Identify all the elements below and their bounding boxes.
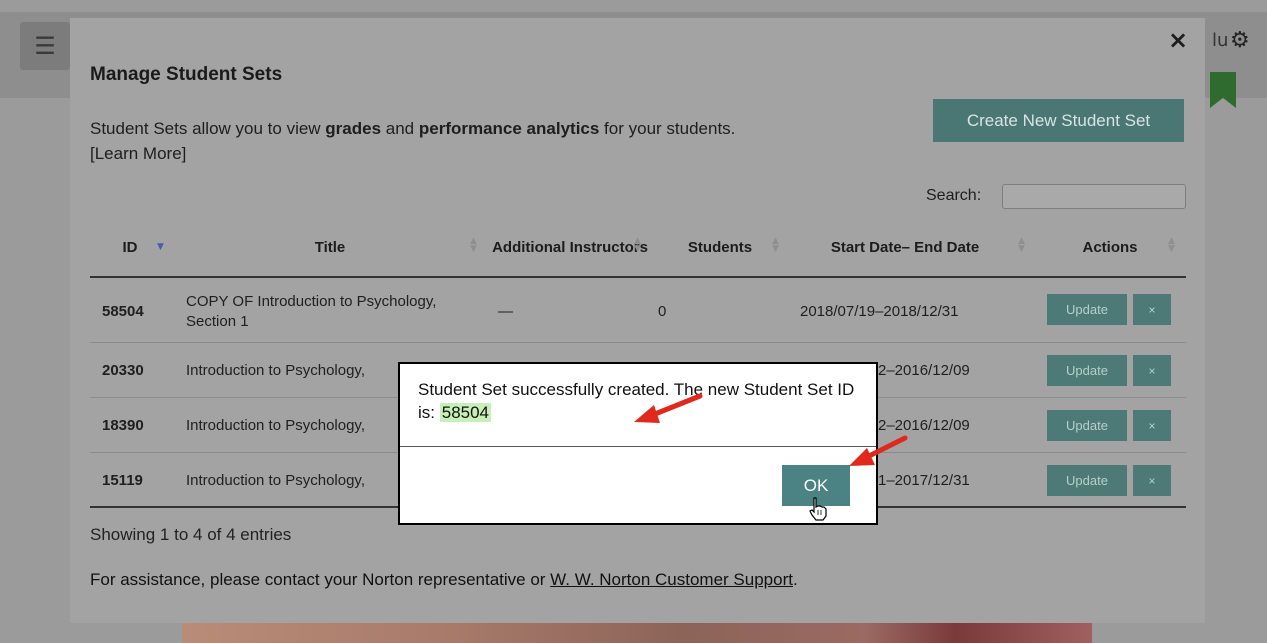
delete-button[interactable]: ×: [1133, 355, 1171, 386]
close-icon[interactable]: ×: [1168, 26, 1188, 54]
row-dates: 2018/07/19–2018/12/31: [800, 303, 959, 320]
arrow-annotation-icon: [634, 393, 703, 423]
help-suffix: .: [792, 570, 798, 589]
help-text: For assistance, please contact your Nort…: [90, 570, 798, 590]
bookmark-icon[interactable]: [1210, 72, 1236, 108]
sort-icon[interactable]: ▲ ▼: [772, 237, 779, 254]
row-title: Introduction to Psychology,: [186, 362, 365, 379]
table-row: 58504 COPY OF Introduction to Psychology…: [90, 280, 1186, 343]
sort-icon[interactable]: ▲ ▼: [634, 237, 641, 254]
row-students: 0: [658, 303, 667, 320]
customer-support-link[interactable]: W. W. Norton Customer Support: [550, 570, 793, 589]
modal-title: Manage Student Sets: [90, 64, 283, 85]
column-label: Title: [314, 238, 346, 256]
update-button[interactable]: Update: [1047, 355, 1127, 386]
help-prefix: For assistance, please contact your Nort…: [90, 570, 551, 589]
user-name-partial[interactable]: lu: [1212, 30, 1228, 51]
row-instructors: —: [498, 303, 513, 320]
intro-grades: grades: [325, 119, 382, 138]
gear-icon[interactable]: ⚙: [1230, 28, 1250, 53]
sort-desc-icon[interactable]: ▼: [157, 243, 164, 252]
new-student-set-id: 58504: [439, 403, 492, 422]
row-dates: 2–2016/12/09: [878, 362, 970, 379]
intro-suffix: for your students.: [599, 119, 736, 138]
delete-button[interactable]: ×: [1133, 410, 1171, 441]
row-title: Introduction to Psychology,: [186, 417, 365, 434]
search-input[interactable]: [1002, 184, 1186, 209]
sort-icon[interactable]: ▲ ▼: [470, 237, 477, 254]
success-dialog: Student Set successfully created. The ne…: [398, 362, 878, 525]
update-button[interactable]: Update: [1047, 465, 1127, 496]
intro-mid: and: [381, 119, 419, 138]
sort-icon[interactable]: ▲ ▼: [1168, 237, 1175, 254]
column-header-instructors[interactable]: Additional Instructors: [490, 218, 650, 276]
column-label: Students: [687, 238, 753, 256]
create-student-set-button[interactable]: Create New Student Set: [933, 99, 1184, 142]
sort-icon[interactable]: ▲ ▼: [1018, 237, 1025, 254]
column-header-title[interactable]: Title: [180, 218, 480, 276]
row-id: 20330: [102, 362, 144, 379]
intro-prefix: Student Sets allow you to view: [90, 119, 326, 138]
column-header-dates[interactable]: Start Date– End Date: [830, 218, 980, 276]
dialog-divider: [400, 446, 876, 447]
intro-text: Student Sets allow you to view grades an…: [90, 116, 910, 166]
entries-info: Showing 1 to 4 of 4 entries: [90, 525, 292, 544]
row-title: COPY OF Introduction to Psychology, Sect…: [186, 292, 437, 330]
column-label: ID: [122, 238, 138, 256]
search-label: Search:: [926, 187, 982, 204]
update-button[interactable]: Update: [1047, 410, 1127, 441]
row-title: Introduction to Psychology,: [186, 472, 365, 489]
row-id: 15119: [102, 472, 143, 489]
update-button[interactable]: Update: [1047, 294, 1127, 325]
hand-cursor-icon: [809, 497, 827, 521]
column-label: Actions: [1082, 238, 1138, 256]
intro-analytics: performance analytics: [418, 119, 600, 138]
row-id: 18390: [102, 417, 144, 434]
column-header-actions[interactable]: Actions: [1050, 218, 1170, 276]
table-header: ID ▼ Title ▲ ▼ Additional Instructors ▲ ▼ …: [90, 218, 1186, 278]
delete-button[interactable]: ×: [1133, 465, 1171, 496]
column-header-students[interactable]: Students: [660, 218, 780, 276]
arrow-annotation-icon: [849, 435, 908, 466]
hamburger-icon[interactable]: ☰: [20, 22, 70, 70]
column-label: Additional Instructors: [492, 238, 648, 256]
delete-button[interactable]: ×: [1133, 294, 1171, 325]
column-label: Start Date– End Date: [830, 238, 980, 256]
background-image: [182, 620, 1092, 643]
row-id: 58504: [102, 303, 144, 320]
learn-more-link[interactable]: [Learn More]: [90, 144, 186, 163]
